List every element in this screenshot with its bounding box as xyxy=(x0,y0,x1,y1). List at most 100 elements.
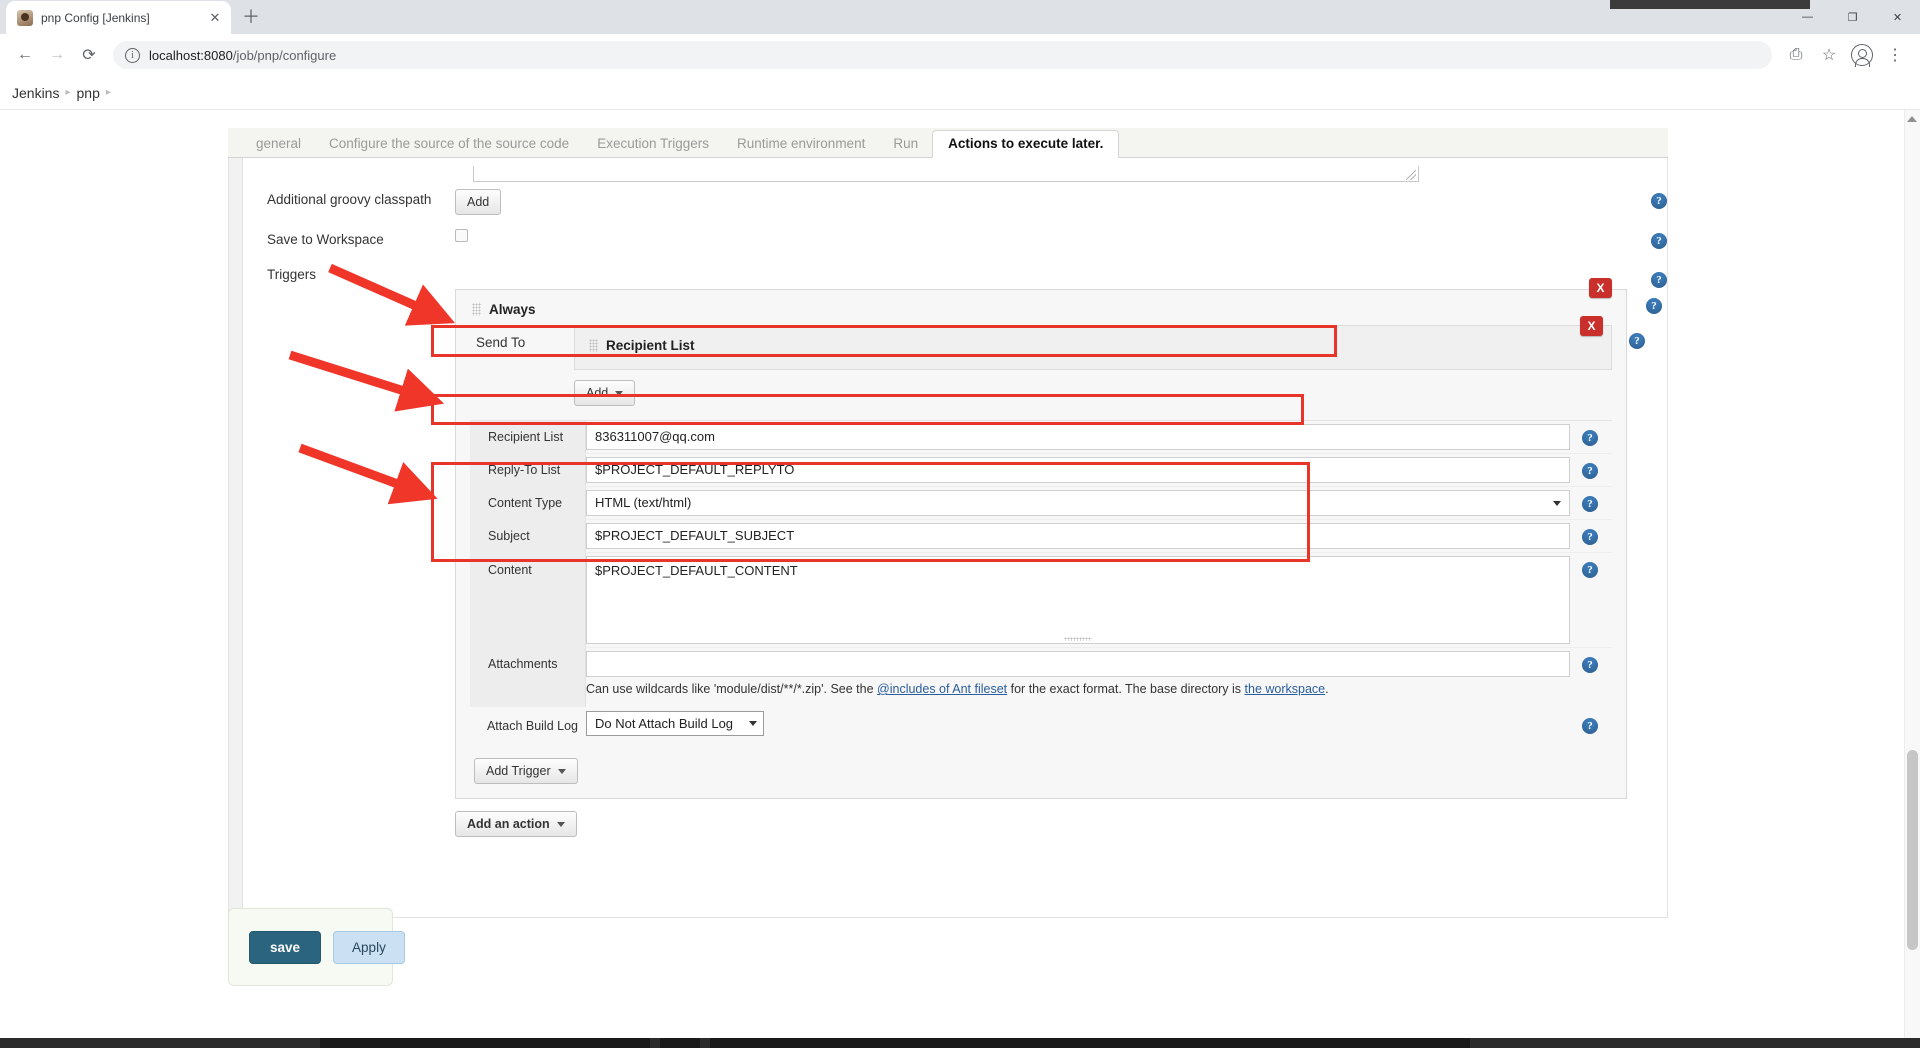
help-icon-content-type[interactable]: ? xyxy=(1582,494,1598,512)
jenkins-page: Jenkins ▸ pnp ▸ general Configure the so… xyxy=(0,76,1920,1048)
breadcrumb-item-pnp[interactable]: pnp xyxy=(77,85,100,101)
tab-runtime-environment[interactable]: Runtime environment xyxy=(723,131,879,157)
help-icon-attachments[interactable]: ? xyxy=(1582,655,1598,673)
help-icon-recipient-provider[interactable]: ? xyxy=(1629,331,1645,349)
form-inner: Additional groovy classpath Add ? Save t… xyxy=(229,158,1667,837)
tab-actions-to-execute-later[interactable]: Actions to execute later. xyxy=(932,130,1120,158)
content-type-select[interactable]: HTML (text/html) xyxy=(586,490,1570,516)
label-recipient-list: Recipient List xyxy=(470,421,586,453)
add-an-action-button[interactable]: Add an action xyxy=(455,811,577,837)
page-scrollbar[interactable] xyxy=(1904,110,1920,1048)
url-path: /job/pnp/configure xyxy=(232,47,337,63)
favicon-icon xyxy=(17,9,33,26)
send-to-add-button[interactable]: Add xyxy=(574,380,636,406)
apply-button[interactable]: Apply xyxy=(333,930,405,964)
minimize-icon[interactable]: — xyxy=(1785,0,1830,34)
address-bar[interactable]: i localhost:8080/job/pnp/configure xyxy=(113,41,1772,69)
attach-build-log-select[interactable]: Do Not Attach Build Log xyxy=(586,711,764,736)
textarea-resize-handle[interactable] xyxy=(1064,637,1092,641)
label-subject: Subject xyxy=(470,520,586,552)
drag-handle-icon[interactable] xyxy=(472,303,481,316)
save-to-workspace-checkbox[interactable] xyxy=(455,229,468,242)
tab-source-code[interactable]: Configure the source of the source code xyxy=(315,131,583,157)
label-attach-build-log: Attach Build Log xyxy=(486,718,578,733)
previous-textarea-partial[interactable] xyxy=(473,166,1419,182)
recipient-list-input[interactable]: 836311007@qq.com xyxy=(586,424,1570,450)
help-icon-save-to-workspace[interactable]: ? xyxy=(1651,231,1667,249)
label-content: Content xyxy=(470,553,586,647)
help-icon-triggers[interactable]: ? xyxy=(1651,270,1667,288)
add-trigger-button[interactable]: Add Trigger xyxy=(474,758,578,784)
profile-avatar[interactable] xyxy=(1847,40,1877,70)
label-groovy-classpath: Additional groovy classpath xyxy=(267,192,432,207)
browser-menu-icon[interactable]: ⋮ xyxy=(1880,40,1910,70)
scroll-up-icon[interactable] xyxy=(1907,116,1917,122)
browser-toolbar: ← → ⟳ i localhost:8080/job/pnp/configure… xyxy=(0,34,1920,76)
attachments-help-text: Can use wildcards like 'module/dist/**/*… xyxy=(586,677,1570,699)
help-icon-reply-to-list[interactable]: ? xyxy=(1582,461,1598,479)
reply-to-list-input[interactable]: $PROJECT_DEFAULT_REPLYTO xyxy=(586,457,1570,483)
forward-icon[interactable]: → xyxy=(42,40,72,70)
row-save-to-workspace: Save to Workspace ? xyxy=(247,222,1667,254)
tab-general[interactable]: general xyxy=(242,131,315,157)
row-content: Content $PROJECT_DEFAULT_CONTENT ? xyxy=(470,553,1612,648)
tab-execution-triggers[interactable]: Execution Triggers xyxy=(583,131,723,157)
tab-run[interactable]: Run xyxy=(879,131,932,157)
bookmark-star-icon[interactable]: ☆ xyxy=(1814,40,1844,70)
close-tab-icon[interactable]: ✕ xyxy=(207,10,223,26)
workspace-link[interactable]: the workspace xyxy=(1245,682,1326,696)
save-button[interactable]: save xyxy=(249,930,322,964)
row-triggers: Triggers ? xyxy=(247,254,1667,289)
field-reply-to-list: $PROJECT_DEFAULT_REPLYTO ? xyxy=(586,454,1612,486)
close-window-icon[interactable]: ✕ xyxy=(1875,0,1920,34)
resize-grip-icon[interactable] xyxy=(1406,170,1416,180)
send-to-add-row: Add xyxy=(574,370,1612,406)
chevron-down-icon xyxy=(556,821,565,827)
chevron-down-icon xyxy=(557,768,566,774)
site-info-icon[interactable]: i xyxy=(125,47,140,63)
attachments-input[interactable] xyxy=(586,651,1570,677)
help-icon-recipient-list[interactable]: ? xyxy=(1582,428,1598,446)
ant-fileset-link[interactable]: @includes of Ant fileset xyxy=(877,682,1007,696)
maximize-icon[interactable]: ❐ xyxy=(1830,0,1875,34)
help-icon-subject[interactable]: ? xyxy=(1582,527,1598,545)
row-groovy-classpath: Additional groovy classpath Add ? xyxy=(247,182,1667,222)
help-icon-attach-build-log[interactable]: ? xyxy=(1582,716,1598,734)
subject-input[interactable]: $PROJECT_DEFAULT_SUBJECT xyxy=(586,523,1570,549)
config-form: general Configure the source of the sour… xyxy=(228,128,1668,918)
config-tabbar: general Configure the source of the sour… xyxy=(228,128,1668,158)
config-form-body: Additional groovy classpath Add ? Save t… xyxy=(228,158,1668,918)
drag-handle-icon[interactable] xyxy=(589,339,598,352)
delete-trigger-button[interactable]: X xyxy=(1589,278,1612,298)
browser-tab[interactable]: pnp Config [Jenkins] ✕ xyxy=(6,1,231,34)
field-attach-build-log: Do Not Attach Build Log ? xyxy=(586,707,1612,744)
label-attachments: Attachments xyxy=(470,648,586,707)
reload-icon[interactable]: ⟳ xyxy=(74,40,104,70)
attach-build-log-value: Do Not Attach Build Log xyxy=(595,716,734,731)
trigger-title: Always xyxy=(489,302,536,317)
trigger-header: Always xyxy=(470,300,1612,325)
scrollbar-thumb[interactable] xyxy=(1907,750,1918,950)
help-icon-content[interactable]: ? xyxy=(1582,560,1598,578)
row-subject: Subject $PROJECT_DEFAULT_SUBJECT ? xyxy=(470,520,1612,553)
avatar-icon xyxy=(1851,44,1873,67)
cast-icon[interactable]: ⎙ xyxy=(1781,40,1811,70)
row-recipient-list: Recipient List 836311007@qq.com ? xyxy=(470,421,1612,454)
delete-recipient-provider-button[interactable]: X xyxy=(1580,316,1603,336)
back-icon[interactable]: ← xyxy=(10,40,40,70)
help-icon-trigger[interactable]: ? xyxy=(1646,296,1662,314)
groovy-classpath-add-button[interactable]: Add xyxy=(455,189,502,215)
recipient-provider-header: Recipient List xyxy=(589,338,1597,353)
field-subject: $PROJECT_DEFAULT_SUBJECT ? xyxy=(586,520,1612,552)
breadcrumb-separator-icon: ▸ xyxy=(105,87,111,98)
breadcrumb-separator-icon: ▸ xyxy=(65,87,71,98)
chevron-down-icon xyxy=(615,390,624,396)
breadcrumb-item-jenkins[interactable]: Jenkins xyxy=(12,85,59,101)
os-taskbar xyxy=(0,1038,1920,1048)
row-attachments: Attachments ? Can use wildcards like 'mo… xyxy=(470,648,1612,707)
new-tab-icon[interactable]: ＋ xyxy=(237,3,265,31)
help-icon-groovy-classpath[interactable]: ? xyxy=(1651,191,1667,209)
add-trigger-label: Add Trigger xyxy=(486,764,551,778)
content-textarea[interactable]: $PROJECT_DEFAULT_CONTENT xyxy=(586,556,1570,644)
send-to-add-label: Add xyxy=(586,386,609,400)
